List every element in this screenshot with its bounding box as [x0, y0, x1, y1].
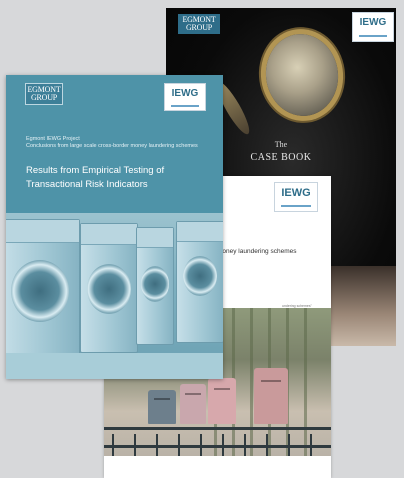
egmont-group-logo: EGMONT GROUP — [25, 83, 63, 105]
washing-machine — [80, 223, 138, 353]
euro-coin-image — [260, 29, 344, 121]
iewg-logo: IEWG — [164, 83, 206, 111]
washing-machines-photo — [6, 213, 223, 379]
egmont-group-logo: EGMONT GROUP — [178, 14, 220, 34]
iewg-logo: IEWG — [274, 182, 318, 212]
cover-subtitle: Conclusions from large scale cross-borde… — [26, 143, 198, 149]
mailbox — [148, 390, 176, 424]
mailbox — [254, 368, 288, 424]
empirical-testing-cover: EGMONT GROUP IEWG Egmont IEWG Project Co… — [6, 75, 223, 379]
project-line: Egmont IEWG Project — [26, 136, 80, 142]
mailbox — [208, 378, 236, 424]
cover-title: Results from Empirical Testing of Transa… — [26, 165, 165, 190]
mailbox — [180, 384, 206, 424]
iewg-logo: IEWG — [352, 12, 394, 42]
washing-machine — [136, 227, 174, 345]
washing-machine — [176, 221, 223, 343]
washing-machine — [6, 219, 80, 361]
